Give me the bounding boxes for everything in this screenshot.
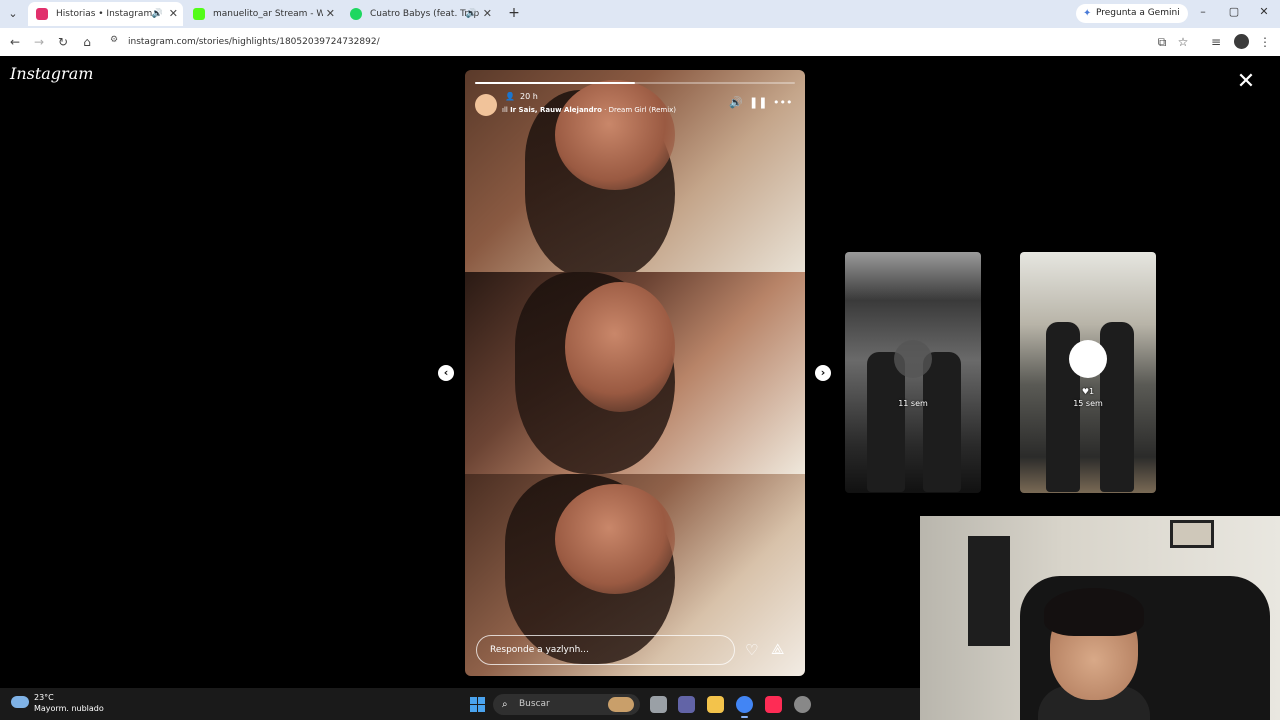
tab-spotify-song[interactable]: Cuatro Babys (feat. Trap Cap 🔊 ✕ xyxy=(342,2,497,26)
app-extra-icon[interactable] xyxy=(794,696,811,713)
tab-close-icon[interactable]: ✕ xyxy=(169,2,178,26)
address-bar[interactable]: ⚙ instagram.com/stories/highlights/18052… xyxy=(104,31,1104,53)
new-tab-button[interactable]: + xyxy=(505,4,523,22)
send-icon[interactable]: ⟁ xyxy=(771,640,784,658)
tab-kick-stream[interactable]: manuelito_ar Stream - Watch Li ✕ xyxy=(185,2,340,26)
weather-description[interactable]: Mayorm. nublado xyxy=(34,704,104,713)
heart-icon: ♥ xyxy=(1081,387,1090,396)
tab-audio-icon[interactable]: 🔊 xyxy=(152,2,163,26)
taskbar-search[interactable]: ⌕ Buscar xyxy=(493,694,640,715)
file-explorer-icon[interactable] xyxy=(707,696,724,713)
close-story-icon[interactable]: ✕ xyxy=(1234,70,1258,94)
chrome-menu-icon[interactable]: ⋮ xyxy=(1257,34,1273,50)
preview-age: 15 sem xyxy=(1073,399,1103,408)
story-viewer[interactable]: 👤 20 h ıll Ir Sais, Rauw Alejandro · Dre… xyxy=(465,70,805,676)
screen: ⌄ Historias • Instagram 🔊 ✕ manuelito_ar… xyxy=(0,0,1280,720)
kick-favicon-icon xyxy=(193,8,205,20)
back-icon[interactable]: ← xyxy=(7,34,23,50)
bookmark-star-icon[interactable]: ☆ xyxy=(1175,34,1191,50)
home-icon[interactable]: ⌂ xyxy=(79,34,95,50)
browser-tabstrip: ⌄ Historias • Instagram 🔊 ✕ manuelito_ar… xyxy=(0,0,1280,28)
tab-close-icon[interactable]: ✕ xyxy=(326,2,335,26)
minimize-icon[interactable]: – xyxy=(1193,5,1213,18)
story-progress-bar xyxy=(475,82,795,84)
search-highlight-icon xyxy=(608,697,634,712)
task-view-icon[interactable] xyxy=(650,696,667,713)
music-icon: ıll xyxy=(502,106,511,114)
preview-likes: ♥1 xyxy=(1081,387,1095,396)
previous-story-button[interactable]: ‹ xyxy=(438,365,454,381)
site-info-icon[interactable]: ⚙ xyxy=(110,35,118,45)
pause-icon[interactable]: ❚❚ xyxy=(749,96,767,109)
preview-avatar xyxy=(894,340,932,378)
media-controls-icon[interactable]: ≡ xyxy=(1208,34,1224,50)
reply-input[interactable]: Responde a yazlynh... xyxy=(476,635,735,665)
more-options-icon[interactable]: ••• xyxy=(773,96,792,109)
instagram-favicon-icon xyxy=(36,8,48,20)
window-close-icon[interactable]: ✕ xyxy=(1254,5,1274,18)
story-photo-middle xyxy=(465,272,805,474)
instagram-logo[interactable]: Instagram xyxy=(10,64,93,83)
preview-avatar xyxy=(1069,340,1107,378)
ask-gemini-button[interactable]: ✦ Pregunta a Gemini xyxy=(1076,4,1188,23)
search-icon: ⌕ xyxy=(502,699,508,710)
start-button[interactable] xyxy=(470,697,485,712)
weather-temperature[interactable]: 23°C xyxy=(34,693,54,702)
next-story-button[interactable]: › xyxy=(815,365,831,381)
next-story-preview-1[interactable]: 11 sem xyxy=(845,252,981,493)
gemini-spark-icon: ✦ xyxy=(1083,8,1092,19)
reload-icon[interactable]: ↻ xyxy=(55,34,71,50)
chrome-icon[interactable] xyxy=(736,696,753,718)
story-time: 20 h xyxy=(520,92,538,101)
spotify-favicon-icon xyxy=(350,8,362,20)
tab-instagram[interactable]: Historias • Instagram 🔊 ✕ xyxy=(28,2,183,26)
story-author-avatar[interactable] xyxy=(475,94,497,116)
teams-icon[interactable] xyxy=(678,696,695,713)
tab-search-icon[interactable]: ⌄ xyxy=(4,5,22,23)
user-icon: 👤 xyxy=(505,92,515,101)
story-song[interactable]: ıll Ir Sais, Rauw Alejandro · Dream Girl… xyxy=(502,106,676,114)
next-story-preview-2[interactable]: ♥1 15 sem xyxy=(1020,252,1156,493)
webcam-overlay xyxy=(920,516,1280,720)
tab-close-icon[interactable]: ✕ xyxy=(483,2,492,26)
story-progress-fill xyxy=(475,82,635,84)
maximize-icon[interactable]: ▢ xyxy=(1224,5,1244,18)
forward-icon[interactable]: → xyxy=(31,34,47,50)
preview-age: 11 sem xyxy=(898,399,928,408)
tiktok-icon[interactable] xyxy=(765,696,782,713)
mute-icon[interactable]: 🔊 xyxy=(728,96,744,109)
profile-avatar[interactable] xyxy=(1234,34,1249,49)
cloud-icon[interactable] xyxy=(11,696,29,708)
browser-toolbar: ← → ↻ ⌂ ⚙ instagram.com/stories/highligh… xyxy=(0,28,1280,56)
like-heart-icon[interactable]: ♡ xyxy=(745,641,758,659)
windows-taskbar: 23°C Mayorm. nublado ⌕ Buscar xyxy=(0,688,920,720)
install-app-icon[interactable]: ⧉ xyxy=(1154,34,1170,50)
tab-audio-icon[interactable]: 🔊 xyxy=(466,2,477,26)
